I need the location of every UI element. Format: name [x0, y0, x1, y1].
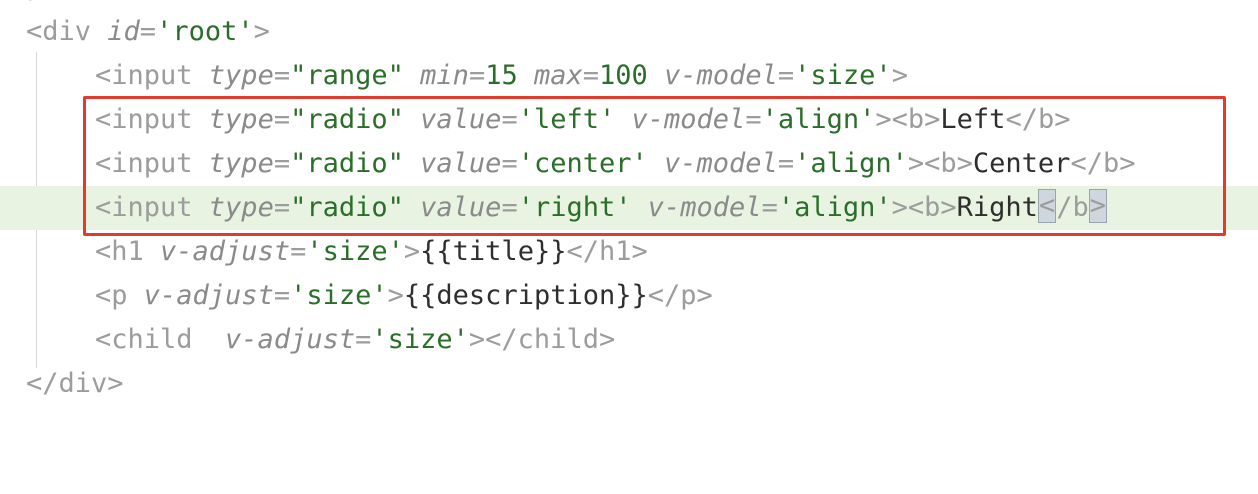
inner-text: {{description}}	[403, 280, 648, 311]
tag-close: ></child>	[468, 324, 616, 355]
attr-eq: =	[273, 280, 291, 311]
code-line[interactable]: <child v-adjust='size'></child>	[0, 318, 1258, 362]
code-line[interactable]: </div>	[0, 362, 1258, 406]
attr-name: v-adjust	[143, 280, 274, 311]
code-line[interactable]: <div id='root'>	[0, 10, 1258, 54]
code-line[interactable]: <h1 v-adjust='size'>{{title}}</h1>	[0, 230, 1258, 274]
attr-value: 'size'	[371, 324, 469, 355]
attr-eq: =	[355, 324, 372, 355]
attr-eq: =	[139, 16, 157, 47]
annotation-highlight-box	[83, 96, 1226, 236]
tag-close: >	[253, 16, 270, 47]
attr-eq: =	[777, 60, 795, 91]
code-editor[interactable]: } <div id='root'> <input type="range" mi…	[0, 0, 1258, 412]
tag-close: >	[403, 236, 421, 267]
attr-name: v-model	[664, 60, 778, 91]
tag-open: <child	[95, 324, 226, 355]
tag-open: <div	[26, 16, 108, 47]
tag-open: <p	[95, 280, 144, 311]
attr-value: 100	[599, 60, 648, 91]
tag-open: <h1	[95, 236, 161, 267]
attr-eq: =	[468, 60, 486, 91]
attr-name: v-adjust	[225, 324, 356, 355]
attr-name: min	[420, 60, 469, 91]
attr-value: 'root'	[156, 16, 254, 47]
attr-value: 'size'	[306, 236, 404, 267]
attr-name: type	[208, 60, 274, 91]
attr-eq: =	[582, 60, 600, 91]
tag-end: </p>	[647, 280, 713, 311]
attr-value: 15	[485, 60, 518, 91]
code-line[interactable]: <input type="range" min=15 max=100 v-mod…	[0, 54, 1258, 98]
attr-value: 'size'	[290, 280, 388, 311]
tag-open: </div>	[26, 368, 124, 399]
attr-name: id	[107, 16, 140, 47]
code-line[interactable]: <p v-adjust='size'>{{description}}</p>	[0, 274, 1258, 318]
tag-end: </h1>	[566, 236, 648, 267]
tag-close: >	[387, 280, 404, 311]
tag-close: >	[891, 60, 908, 91]
tag-open: <input	[95, 60, 209, 91]
attr-value: 'size'	[794, 60, 892, 91]
attr-eq: =	[290, 236, 307, 267]
attr-eq: =	[273, 60, 291, 91]
inner-text: {{title}}	[420, 236, 567, 267]
code-fragment: }	[26, 0, 42, 3]
attr-name: v-adjust	[160, 236, 291, 267]
attr-value: "range"	[290, 60, 404, 91]
attr-name: max	[533, 60, 583, 91]
